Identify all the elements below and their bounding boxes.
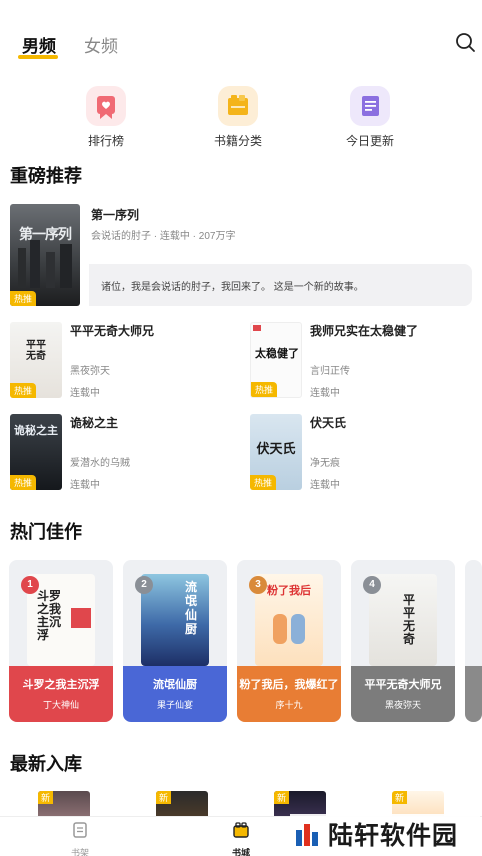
book-status: 连载中 bbox=[310, 480, 340, 491]
card-band bbox=[465, 666, 482, 722]
book-item[interactable]: 诡秘之主 热推 诡秘之主 爱潜水的乌贼 连载中 bbox=[10, 414, 232, 491]
watermark-text: 陆轩软件园 bbox=[328, 822, 459, 850]
book-author: 果子仙宴 bbox=[156, 700, 193, 710]
top-bar: 男频 女频 bbox=[0, 0, 482, 78]
cover-title: 平平无奇 bbox=[26, 340, 46, 362]
new-book-cover[interactable]: 新 bbox=[38, 791, 90, 817]
nav-label: 书架 bbox=[70, 848, 89, 856]
card-band: 流氓仙厨 果子仙宴 bbox=[123, 666, 227, 722]
book-cover: 平平无奇 热推 bbox=[10, 322, 62, 398]
card-band: 斗罗之我主沉浮 丁大神仙 bbox=[9, 666, 113, 722]
category-icon bbox=[218, 86, 258, 126]
book-author: 净无痕 bbox=[310, 458, 340, 469]
rank-badge: 3 bbox=[249, 576, 267, 594]
section-title-hot: 热门佳作 bbox=[10, 522, 82, 542]
book-item[interactable]: 太稳健了 热推 我师兄实在太稳健了 言归正传 连载中 bbox=[250, 322, 472, 399]
quick-link-label: 排行榜 bbox=[87, 134, 124, 148]
book-title: 粉了我后，我爆红了 bbox=[239, 679, 339, 691]
bookstore-icon bbox=[233, 822, 249, 838]
book-title: 斗罗之我主沉浮 bbox=[22, 679, 100, 691]
book-status: 连载中 bbox=[310, 388, 340, 399]
quick-link-category[interactable]: 书籍分类 bbox=[193, 86, 283, 148]
new-tag: 新 bbox=[392, 791, 408, 804]
book-author: 丁大神仙 bbox=[42, 700, 79, 710]
search-icon[interactable] bbox=[454, 31, 476, 53]
hot-tag: 热推 bbox=[250, 475, 277, 490]
book-cover: 伏天氏 热推 bbox=[250, 414, 302, 490]
book-author: 黑夜弥天 bbox=[384, 700, 421, 710]
watermark: 陆轩软件园 bbox=[290, 814, 480, 852]
hot-tag: 热推 bbox=[10, 475, 37, 490]
card-band: 平平无奇大师兄 黑夜弥天 bbox=[351, 666, 455, 722]
hot-book-card[interactable]: 斗罗之我主沉浮 1 斗罗之我主沉浮 丁大神仙 bbox=[9, 560, 113, 722]
rank-badge: 1 bbox=[21, 576, 39, 594]
book-item[interactable]: 伏天氏 热推 伏天氏 净无痕 连载中 bbox=[250, 414, 472, 491]
hot-book-card-partial[interactable] bbox=[465, 560, 482, 722]
book-title: 流氓仙厨 bbox=[153, 679, 197, 691]
book-cover: 太稳健了 热推 bbox=[250, 322, 302, 398]
cover-title: 诡秘之主 bbox=[14, 425, 58, 437]
quick-link-update[interactable]: 今日更新 bbox=[325, 86, 415, 148]
tab-male[interactable]: 男频 bbox=[22, 32, 56, 57]
book-title: 平平无奇大师兄 bbox=[70, 324, 155, 338]
hot-tag: 热推 bbox=[251, 382, 278, 397]
ranking-icon bbox=[86, 86, 126, 126]
hot-tag: 热推 bbox=[10, 291, 37, 306]
section-title-new: 最新入库 bbox=[10, 754, 82, 774]
book-author: 言归正传 bbox=[310, 366, 350, 377]
book-title: 诡秘之主 bbox=[70, 416, 119, 430]
hot-tag: 热推 bbox=[10, 383, 37, 398]
book-status: 连载中 bbox=[70, 480, 100, 491]
book-meta: 会说话的肘子 · 连载中 · 207万字 bbox=[91, 231, 236, 242]
quick-link-label: 今日更新 bbox=[345, 134, 394, 148]
book-status: 连载中 bbox=[70, 388, 100, 399]
nav-bookshelf[interactable]: 书架 bbox=[50, 821, 110, 856]
book-cover: 诡秘之主 热推 bbox=[10, 414, 62, 490]
cover-title: 斗罗之我主沉浮 bbox=[37, 589, 62, 642]
cover-title: 伏天氏 bbox=[256, 441, 296, 456]
book-title: 平平无奇大师兄 bbox=[364, 679, 442, 691]
featured-book[interactable]: 第一序列 热推 第一序列 会说话的肘子 · 连载中 · 207万字 诸位，我是会… bbox=[10, 204, 472, 306]
bookshelf-icon bbox=[73, 822, 87, 838]
tab-female[interactable]: 女频 bbox=[84, 32, 118, 57]
card-band: 粉了我后，我爆红了 序十九 bbox=[237, 666, 341, 722]
hot-book-card[interactable]: 粉了我后 3 粉了我后，我爆红了 序十九 bbox=[237, 560, 341, 722]
cover-title: 太稳健了 bbox=[255, 348, 299, 360]
hot-book-card[interactable]: 平平无奇 4 平平无奇大师兄 黑夜弥天 bbox=[351, 560, 455, 722]
book-item[interactable]: 平平无奇 热推 平平无奇大师兄 黑夜弥天 连载中 bbox=[10, 322, 232, 399]
quick-link-ranking[interactable]: 排行榜 bbox=[61, 86, 151, 148]
update-icon bbox=[350, 86, 390, 126]
nav-label: 书城 bbox=[231, 848, 250, 856]
nav-bookstore[interactable]: 书城 bbox=[211, 821, 271, 856]
cover-title: 流氓仙厨 bbox=[185, 580, 198, 636]
book-description: 诸位，我是会说话的肘子，我回来了。 这是一个新的故事。 bbox=[89, 264, 472, 306]
quick-link-label: 书籍分类 bbox=[213, 134, 262, 148]
cover-title: 第一序列 bbox=[19, 226, 72, 242]
book-title: 我师兄实在太稳健了 bbox=[310, 324, 419, 338]
cover-title: 平平无奇 bbox=[403, 593, 416, 646]
watermark-logo-icon bbox=[296, 824, 318, 846]
book-cover: 第一序列 热推 bbox=[10, 204, 80, 306]
book-author: 爱潜水的乌贼 bbox=[70, 458, 130, 469]
book-title: 伏天氏 bbox=[310, 416, 347, 430]
book-author: 黑夜弥天 bbox=[70, 366, 110, 377]
new-tag: 新 bbox=[38, 791, 54, 804]
rank-badge: 2 bbox=[135, 576, 153, 594]
new-tag: 新 bbox=[274, 791, 290, 804]
new-book-cover[interactable]: 新 bbox=[156, 791, 208, 817]
book-author: 序十九 bbox=[275, 700, 303, 710]
new-tag: 新 bbox=[156, 791, 172, 804]
section-title-featured: 重磅推荐 bbox=[10, 166, 82, 186]
hot-book-card[interactable]: 流氓仙厨 2 流氓仙厨 果子仙宴 bbox=[123, 560, 227, 722]
book-title: 第一序列 bbox=[91, 208, 140, 222]
tab-underline bbox=[18, 55, 58, 59]
rank-badge: 4 bbox=[363, 576, 381, 594]
